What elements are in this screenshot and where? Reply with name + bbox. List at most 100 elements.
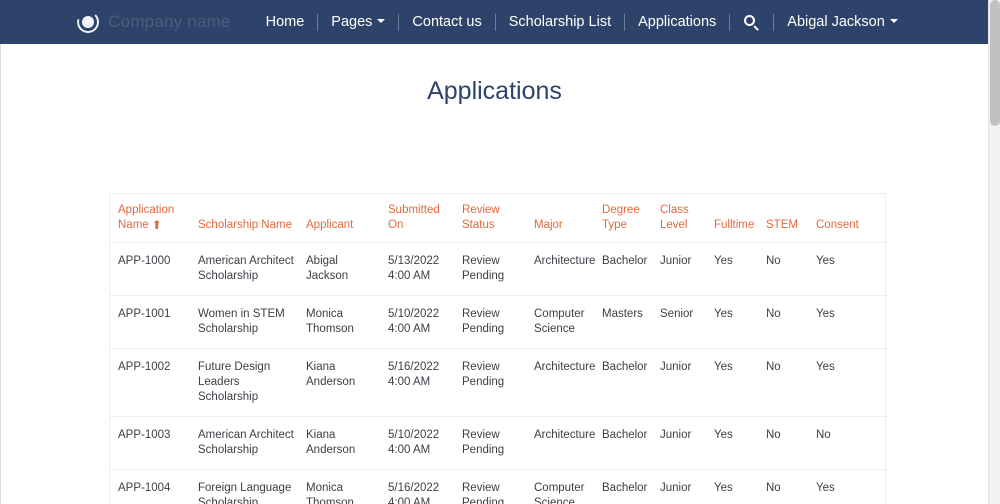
column-header-scholarship-name[interactable]: Scholarship Name (198, 194, 306, 243)
page-title: Applications (1, 77, 988, 106)
table-row[interactable]: APP-1003 American Architect Scholarship … (110, 417, 887, 470)
brand-logo[interactable]: Company name (77, 11, 230, 33)
cell-stem: No (766, 417, 816, 470)
cell-review-status: Review Pending (462, 417, 534, 470)
table-row[interactable]: APP-1002 Future Design Leaders Scholarsh… (110, 349, 887, 417)
user-menu[interactable]: Abigal Jackson (774, 0, 911, 44)
nav-link-home[interactable]: Home (253, 0, 318, 44)
cell-applicant: Abigal Jackson (306, 243, 388, 296)
circle-ring-logo-icon (77, 11, 99, 33)
table-row[interactable]: APP-1004 Foreign Language Scholarship Mo… (110, 470, 887, 504)
cell-major: Architecture (534, 243, 602, 296)
cell-applicant: Kiana Anderson (306, 349, 388, 417)
cell-review-status: Review Pending (462, 296, 534, 349)
vertical-scrollbar[interactable] (988, 0, 1000, 504)
cell-submitted-on: 5/16/2022 4:00 AM (388, 349, 462, 417)
cell-major: Architecture (534, 417, 602, 470)
cell-submitted-on: 5/10/2022 4:00 AM (388, 296, 462, 349)
column-header-class-level[interactable]: Class Level (660, 194, 714, 243)
cell-submitted-on: 5/10/2022 4:00 AM (388, 417, 462, 470)
cell-stem: No (766, 470, 816, 504)
cell-review-status: Review Pending (462, 243, 534, 296)
cell-class-level: Junior (660, 470, 714, 504)
user-menu-label: Abigal Jackson (787, 14, 885, 30)
cell-degree-type: Masters (602, 296, 660, 349)
search-button[interactable] (730, 0, 773, 44)
cell-submitted-on: 5/13/2022 4:00 AM (388, 243, 462, 296)
table-header-row: Application Name⬆ Scholarship Name Appli… (110, 194, 887, 243)
cell-consent: Yes (816, 243, 887, 296)
cell-class-level: Junior (660, 417, 714, 470)
brand-name-label: Company name (108, 12, 230, 32)
nav-link-applications[interactable]: Applications (625, 0, 729, 44)
column-header-applicant[interactable]: Applicant (306, 194, 388, 243)
column-header-major[interactable]: Major (534, 194, 602, 243)
sort-ascending-arrow-icon: ⬆ (152, 219, 162, 231)
search-icon (744, 15, 759, 30)
cell-review-status: Review Pending (462, 349, 534, 417)
nav-link-scholarship-list[interactable]: Scholarship List (496, 0, 624, 44)
applications-table-container: Application Name⬆ Scholarship Name Appli… (109, 193, 886, 504)
scrollbar-thumb[interactable] (990, 0, 1000, 126)
cell-fulltime: Yes (714, 417, 766, 470)
column-header-application-name-label: Application Name (118, 204, 174, 231)
cell-consent: No (816, 417, 887, 470)
cell-scholarship-name: Foreign Language Scholarship (198, 470, 306, 504)
cell-applicant: Monica Thomson (306, 296, 388, 349)
cell-degree-type: Bachelor (602, 349, 660, 417)
cell-application-name: APP-1001 (110, 296, 198, 349)
table-row[interactable]: APP-1001 Women in STEM Scholarship Monic… (110, 296, 887, 349)
nav-link-pages-label: Pages (331, 14, 372, 30)
column-header-fulltime[interactable]: Fulltime (714, 194, 766, 243)
nav-items-container: Company name Home Pages Contact us Schol… (77, 0, 911, 44)
cell-major: Architecture (534, 349, 602, 417)
cell-fulltime: Yes (714, 349, 766, 417)
cell-major: Computer Science (534, 296, 602, 349)
cell-class-level: Junior (660, 349, 714, 417)
cell-consent: Yes (816, 349, 887, 417)
cell-degree-type: Bachelor (602, 417, 660, 470)
table-row[interactable]: APP-1000 American Architect Scholarship … (110, 243, 887, 296)
table-header: Application Name⬆ Scholarship Name Appli… (110, 194, 887, 243)
column-header-consent[interactable]: Consent (816, 194, 887, 243)
cell-scholarship-name: Women in STEM Scholarship (198, 296, 306, 349)
cell-consent: Yes (816, 470, 887, 504)
cell-applicant: Kiana Anderson (306, 417, 388, 470)
cell-submitted-on: 5/16/2022 4:00 AM (388, 470, 462, 504)
cell-applicant: Monica Thomson (306, 470, 388, 504)
application-window: Company name Home Pages Contact us Schol… (0, 0, 1000, 504)
cell-major: Computer Science (534, 470, 602, 504)
cell-fulltime: Yes (714, 296, 766, 349)
column-header-application-name[interactable]: Application Name⬆ (110, 194, 198, 243)
cell-fulltime: Yes (714, 470, 766, 504)
cell-review-status: Review Pending (462, 470, 534, 504)
cell-degree-type: Bachelor (602, 470, 660, 504)
cell-stem: No (766, 243, 816, 296)
chevron-down-icon (377, 19, 385, 23)
cell-consent: Yes (816, 296, 887, 349)
cell-scholarship-name: Future Design Leaders Scholarship (198, 349, 306, 417)
cell-class-level: Senior (660, 296, 714, 349)
cell-scholarship-name: American Architect Scholarship (198, 243, 306, 296)
chevron-down-icon (890, 19, 898, 23)
applications-table: Application Name⬆ Scholarship Name Appli… (110, 194, 887, 504)
cell-application-name: APP-1000 (110, 243, 198, 296)
cell-fulltime: Yes (714, 243, 766, 296)
column-header-stem[interactable]: STEM (766, 194, 816, 243)
table-body: APP-1000 American Architect Scholarship … (110, 243, 887, 504)
column-header-degree-type[interactable]: Degree Type (602, 194, 660, 243)
column-header-submitted-on[interactable]: Submitted On (388, 194, 462, 243)
column-header-review-status[interactable]: Review Status (462, 194, 534, 243)
cell-scholarship-name: American Architect Scholarship (198, 417, 306, 470)
cell-class-level: Junior (660, 243, 714, 296)
top-navigation-bar: Company name Home Pages Contact us Schol… (0, 0, 988, 44)
cell-stem: No (766, 296, 816, 349)
cell-application-name: APP-1003 (110, 417, 198, 470)
page-content: Applications App (0, 44, 988, 504)
cell-stem: No (766, 349, 816, 417)
nav-link-contact-us[interactable]: Contact us (399, 0, 494, 44)
cell-degree-type: Bachelor (602, 243, 660, 296)
cell-application-name: APP-1004 (110, 470, 198, 504)
cell-application-name: APP-1002 (110, 349, 198, 417)
nav-link-pages[interactable]: Pages (318, 0, 398, 44)
